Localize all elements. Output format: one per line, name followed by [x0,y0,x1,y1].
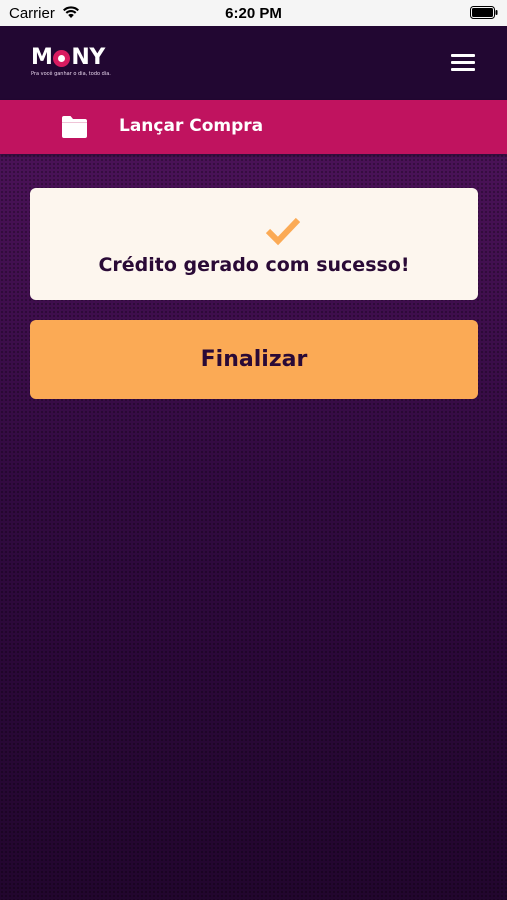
success-message: Crédito gerado com sucesso! [98,254,410,276]
logo-wordmark: M NY [31,46,121,70]
logo-letters-ny: NY [71,45,105,70]
logo-o-mark [53,49,71,67]
finish-button[interactable]: Finalizar [30,320,478,399]
logo-letter-m: M [31,45,53,70]
checkmark-icon [266,217,300,246]
menu-line [451,54,475,57]
app-header: M NY Pra você ganhar o dia, todo dia. [0,26,507,100]
logo-tagline: Pra você ganhar o dia, todo dia. [31,71,111,77]
section-title-bar: Lançar Compra [0,100,507,154]
hamburger-menu-icon[interactable] [451,54,475,72]
app-logo: M NY Pra você ganhar o dia, todo dia. [31,46,121,84]
menu-line [451,61,475,64]
section-title: Lançar Compra [119,116,264,136]
clock-time: 6:20 PM [225,5,282,22]
status-bar: Carrier 6:20 PM [0,0,507,26]
folder-icon [62,116,87,138]
battery-icon [470,6,498,19]
success-card: Crédito gerado com sucesso! [30,188,478,300]
main-content: Crédito gerado com sucesso! Finalizar [0,154,507,900]
menu-line [451,68,475,71]
